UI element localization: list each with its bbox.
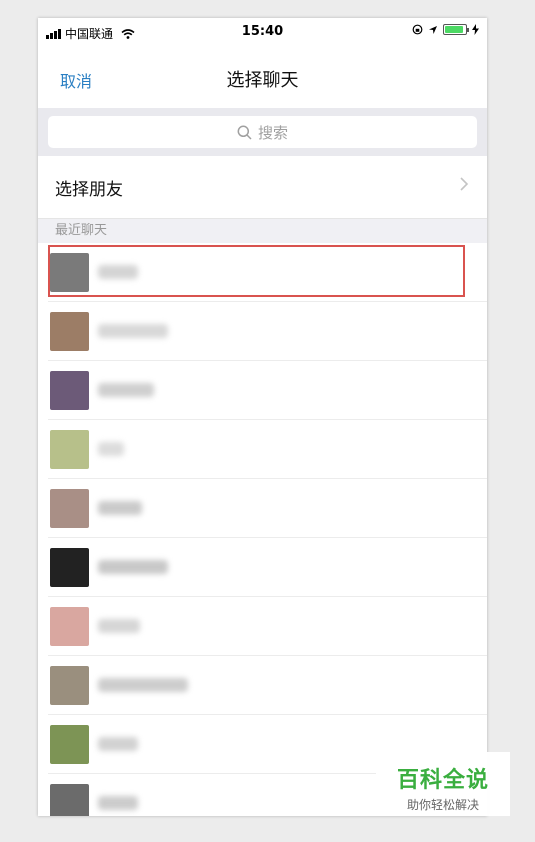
chat-name-blurred	[98, 383, 154, 397]
phone-screen: 中国联通 15:40 取消 选择聊天 搜索 选择朋友 最近聊天	[38, 18, 487, 816]
avatar	[50, 430, 89, 469]
location-icon	[429, 25, 437, 34]
search-bar: 搜索	[38, 108, 487, 156]
search-icon	[237, 125, 252, 140]
chat-name-blurred	[98, 619, 140, 633]
chat-row[interactable]	[38, 302, 487, 361]
chat-name-blurred	[98, 501, 142, 515]
page-title: 选择聊天	[226, 70, 299, 91]
chat-row[interactable]	[38, 479, 487, 538]
avatar	[50, 548, 89, 587]
select-friends-row[interactable]: 选择朋友	[38, 156, 487, 219]
watermark-logo: 百科全说 助你轻松解决	[376, 752, 510, 816]
chat-row[interactable]	[38, 656, 487, 715]
charging-icon	[472, 24, 479, 35]
search-placeholder: 搜索	[257, 123, 288, 142]
search-input[interactable]: 搜索	[48, 116, 477, 148]
watermark-subtitle: 助你轻松解决	[406, 798, 479, 812]
highlight-box	[48, 245, 465, 297]
chat-row[interactable]	[38, 361, 487, 420]
avatar	[50, 312, 89, 351]
avatar	[50, 784, 89, 816]
chat-row[interactable]	[38, 538, 487, 597]
select-friends-label: 选择朋友	[55, 180, 123, 200]
lock-rotation-icon	[412, 24, 423, 35]
status-bar: 中国联通 15:40	[38, 18, 487, 46]
avatar	[50, 607, 89, 646]
recent-chats-header: 最近聊天	[38, 219, 487, 243]
chat-row[interactable]	[38, 420, 487, 479]
chevron-right-icon	[460, 177, 469, 191]
avatar	[50, 371, 89, 410]
chat-list	[38, 243, 487, 816]
battery-icon	[443, 24, 469, 35]
chat-row[interactable]	[38, 243, 487, 302]
chat-name-blurred	[98, 737, 138, 751]
chat-name-blurred	[98, 560, 168, 574]
chat-name-blurred	[98, 324, 168, 338]
avatar	[50, 666, 89, 705]
chat-row[interactable]	[38, 597, 487, 656]
chat-name-blurred	[98, 678, 188, 692]
avatar	[50, 725, 89, 764]
nav-bar: 取消 选择聊天	[38, 46, 487, 108]
watermark-title: 百科全说	[396, 768, 489, 793]
avatar	[50, 489, 89, 528]
status-right	[412, 24, 479, 35]
chat-name-blurred	[98, 442, 124, 456]
chat-name-blurred	[98, 796, 138, 810]
